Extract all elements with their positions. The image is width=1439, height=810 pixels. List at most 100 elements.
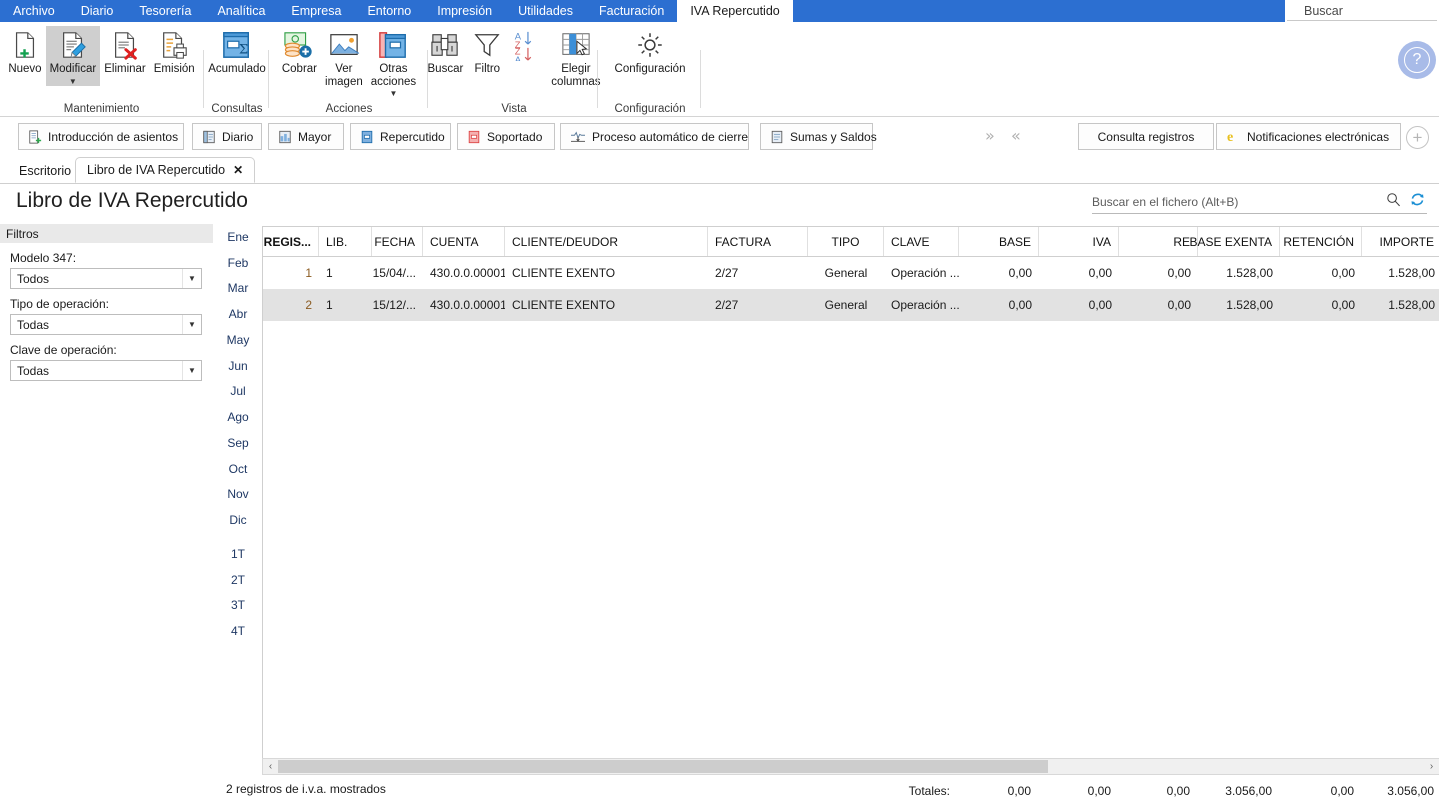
chevron-down-icon[interactable]: ▼ (69, 77, 77, 86)
month-button-4t[interactable]: 4T (216, 618, 260, 644)
ribbon-button-filtro[interactable]: Filtro (467, 26, 507, 76)
ribbon-button-sort-az-za-icon[interactable]: AZZA (507, 26, 547, 62)
expand-left-icon[interactable]: « (1011, 128, 1021, 144)
menu-item-empresa[interactable]: Empresa (278, 0, 354, 22)
month-button-sep[interactable]: Sep (216, 430, 260, 456)
month-button-abr[interactable]: Abr (216, 301, 260, 327)
table-row[interactable]: 1 1 15/04/... 430.0.0.00001 CLIENTE EXENTO 2/… (263, 257, 1439, 289)
doc-tab-libro-de-iva-repercutido[interactable]: Libro de IVA Repercutido ✕ (75, 157, 256, 183)
expand-right-icon[interactable]: » (985, 128, 995, 144)
toolbar-button-notificaciones-electr-nicas[interactable]: e Notificaciones electrónicas (1216, 123, 1401, 150)
month-button-1t[interactable]: 1T (216, 541, 260, 567)
magnifier-icon[interactable] (1386, 192, 1401, 212)
filter-select-2[interactable]: Todas ▼ (10, 360, 202, 381)
scroll-left-arrow-icon[interactable]: ‹ (263, 759, 278, 774)
grid-column-header-cuenta[interactable]: CUENTA (423, 227, 505, 256)
totals-spacer (707, 782, 807, 800)
ribbon-button-acumulado[interactable]: Σ Acumulado (204, 26, 270, 76)
file-search-box[interactable] (1092, 190, 1427, 214)
chevron-down-icon[interactable]: ▼ (182, 361, 201, 380)
scroll-right-arrow-icon[interactable]: › (1424, 759, 1439, 774)
grid-column-header-re[interactable]: RE (1119, 227, 1198, 256)
totals-label: Totales: (908, 784, 950, 798)
ribbon-button-otras-acciones[interactable]: Otras acciones ▼ (367, 26, 420, 98)
menu-item-anal-tica[interactable]: Analítica (204, 0, 278, 22)
ribbon-button-cobrar[interactable]: Cobrar (278, 26, 321, 76)
month-button-3t[interactable]: 3T (216, 593, 260, 619)
month-button-feb[interactable]: Feb (216, 250, 260, 276)
menu-item-iva-repercutido[interactable]: IVA Repercutido (677, 0, 793, 22)
grid-column-header-registro[interactable]: REGIS... (263, 227, 319, 256)
help-button[interactable]: ? (1398, 41, 1436, 79)
grid-cell-iva: 0,00 (1088, 266, 1112, 280)
menu-item-utilidades[interactable]: Utilidades (505, 0, 586, 22)
menu-item-tesorer-a[interactable]: Tesorería (126, 0, 204, 22)
file-search-input[interactable] (1092, 194, 1382, 209)
ribbon-button-nuevo[interactable]: Nuevo (4, 26, 45, 76)
ribbon-button-modificar[interactable]: Modificar ▼ (45, 26, 101, 86)
chevron-down-icon[interactable]: ▼ (389, 89, 397, 98)
toolbar-button-sumas-y-saldos[interactable]: Sumas y Saldos (760, 123, 877, 150)
month-button-jun[interactable]: Jun (216, 353, 260, 379)
refresh-icon[interactable] (1410, 192, 1425, 212)
grid-column-header-factura[interactable]: FACTURA (708, 227, 808, 256)
filter-select-1[interactable]: Todas ▼ (10, 314, 202, 335)
ribbon-button-eliminar[interactable]: Eliminar (100, 26, 150, 76)
month-button-2t[interactable]: 2T (216, 567, 260, 593)
toolbar-button-consulta-registros[interactable]: Consulta registros (1078, 123, 1214, 150)
menu-item-entorno[interactable]: Entorno (354, 0, 424, 22)
ribbon-button-buscar[interactable]: Buscar (424, 26, 468, 76)
global-search-box[interactable]: Buscar (1285, 0, 1439, 22)
totals-spacer (504, 782, 707, 800)
totals-value-base_exenta: 3.056,00 (1225, 784, 1272, 798)
grid-cell-tipo: General (824, 298, 868, 312)
grid-column-header-cliente[interactable]: CLIENTE/DEUDOR (505, 227, 708, 256)
toolbar-button-proceso-autom-tico-de-cierre[interactable]: Proceso automático de cierre (560, 123, 749, 150)
grid-column-header-clave[interactable]: CLAVE (884, 227, 959, 256)
month-button-ago[interactable]: Ago (216, 404, 260, 430)
grid-column-header-base_exenta[interactable]: BASE EXENTA (1190, 227, 1280, 256)
ribbon-button-emisi-n[interactable]: Emisión (150, 26, 199, 76)
menu-item-impresi-n[interactable]: Impresión (424, 0, 505, 22)
month-button-oct[interactable]: Oct (216, 456, 260, 482)
month-button-ene[interactable]: Ene (216, 224, 260, 250)
menu-item-archivo[interactable]: Archivo (0, 0, 68, 22)
grid-column-header-tipo[interactable]: TIPO (808, 227, 884, 256)
ribbon-button-label: Configuración (614, 63, 686, 75)
month-button-may[interactable]: May (216, 327, 260, 353)
grid-column-header-importe[interactable]: IMPORTE (1362, 227, 1439, 256)
toolbar-button-repercutido[interactable]: Repercutido (350, 123, 451, 150)
doc-tab-escritorio[interactable]: Escritorio (8, 158, 82, 183)
month-selector: Ene Feb Mar Abr May Jun Jul Ago Sep Oct Nov Dic 1T 2T… (216, 224, 260, 644)
grid-column-header-iva[interactable]: IVA (1039, 227, 1119, 256)
grid-cell-retencion: 0,00 (1331, 298, 1355, 312)
close-icon[interactable]: ✕ (233, 163, 243, 177)
add-button[interactable]: + (1406, 126, 1429, 149)
menu-item-facturaci-n[interactable]: Facturación (586, 0, 677, 22)
toolbar-button-introducci-n-de-asientos[interactable]: Introducción de asientos (18, 123, 184, 150)
grid-horizontal-scrollbar[interactable]: ‹ › (262, 758, 1439, 775)
filter-select-0[interactable]: Todos ▼ (10, 268, 202, 289)
month-button-jul[interactable]: Jul (216, 379, 260, 405)
ribbon-button-ver-imagen[interactable]: Ver imagen (321, 26, 367, 88)
month-button-mar[interactable]: Mar (216, 276, 260, 302)
toolbar-button-mayor[interactable]: Mayor (268, 123, 344, 150)
chevron-down-icon[interactable]: ▼ (182, 315, 201, 334)
month-button-dic[interactable]: Dic (216, 507, 260, 533)
output-vat-icon (360, 130, 374, 144)
ribbon-button-label: Buscar (427, 63, 464, 75)
toolbar-button-diario[interactable]: Diario (192, 123, 262, 150)
grid-column-header-lib[interactable]: LIB. (319, 227, 372, 256)
grid-column-header-retencion[interactable]: RETENCIÓN (1280, 227, 1362, 256)
ribbon-button-elegir-columnas[interactable]: Elegir columnas (547, 26, 604, 88)
table-row[interactable]: 2 1 15/12/... 430.0.0.00001 CLIENTE EXENTO 2/… (263, 289, 1439, 321)
entry-icon (28, 129, 42, 144)
chevron-down-icon[interactable]: ▼ (182, 269, 201, 288)
month-button-nov[interactable]: Nov (216, 482, 260, 508)
grid-column-header-fecha[interactable]: FECHA (372, 227, 423, 256)
menu-item-diario[interactable]: Diario (68, 0, 127, 22)
scrollbar-thumb[interactable] (278, 760, 1048, 773)
toolbar-button-soportado[interactable]: Soportado (457, 123, 555, 150)
ribbon-button-configuraci-n[interactable]: Configuración (611, 26, 690, 76)
grid-column-header-base[interactable]: BASE (959, 227, 1039, 256)
